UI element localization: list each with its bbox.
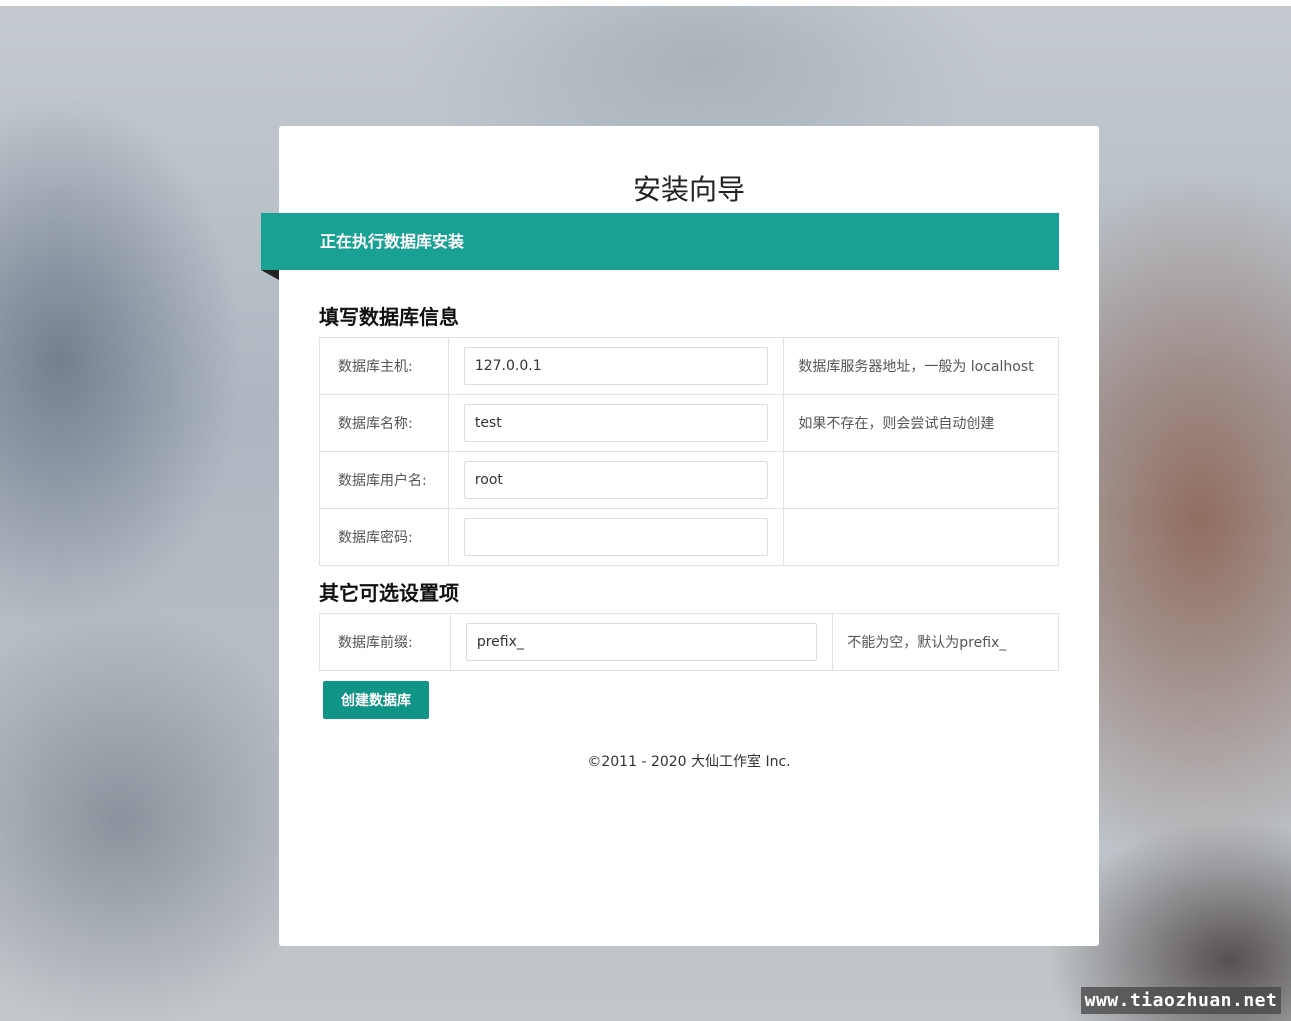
db-name-label: 数据库名称:	[319, 394, 449, 452]
table-row: 数据库主机: 数据库服务器地址，一般为 localhost	[319, 337, 1059, 395]
ribbon-fold	[261, 270, 279, 280]
db-password-input[interactable]	[463, 518, 769, 556]
create-database-button[interactable]: 创建数据库	[323, 681, 429, 719]
page-title: 安装向导	[632, 173, 745, 206]
db-password-hint	[783, 508, 1059, 566]
site-watermark: www.tiaozhuan.net	[1081, 987, 1281, 1014]
db-user-label: 数据库用户名:	[319, 451, 449, 509]
db-name-hint: 如果不存在，则会尝试自动创建	[783, 394, 1059, 452]
db-user-input[interactable]	[463, 461, 769, 499]
db-prefix-input[interactable]	[465, 623, 818, 661]
copyright-footer: ©2011 - 2020 大仙工作室 Inc.	[587, 754, 791, 770]
top-border	[0, 0, 1291, 6]
other-section-title: 其它可选设置项	[319, 581, 459, 605]
status-ribbon: 正在执行数据库安装	[261, 213, 1059, 270]
other-settings-table: 数据库前缀: 不能为空，默认为prefix_	[319, 613, 1059, 671]
db-password-label: 数据库密码:	[319, 508, 449, 566]
install-wizard-card: 安装向导 正在执行数据库安装 填写数据库信息 数据库主机: 数据库服务器地址，一…	[261, 126, 1099, 946]
db-user-hint	[783, 451, 1059, 509]
db-prefix-label: 数据库前缀:	[319, 613, 451, 671]
db-host-input[interactable]	[463, 347, 769, 385]
db-prefix-hint: 不能为空，默认为prefix_	[832, 613, 1059, 671]
db-info-table: 数据库主机: 数据库服务器地址，一般为 localhost 数据库名称: 如果不…	[319, 337, 1059, 566]
db-host-hint: 数据库服务器地址，一般为 localhost	[783, 337, 1059, 395]
table-row: 数据库名称: 如果不存在，则会尝试自动创建	[319, 394, 1059, 452]
table-row: 数据库密码:	[319, 508, 1059, 566]
db-name-input[interactable]	[463, 404, 769, 442]
db-section-title: 填写数据库信息	[319, 305, 459, 329]
table-row: 数据库前缀: 不能为空，默认为prefix_	[319, 613, 1059, 671]
table-row: 数据库用户名:	[319, 451, 1059, 509]
db-host-label: 数据库主机:	[319, 337, 449, 395]
